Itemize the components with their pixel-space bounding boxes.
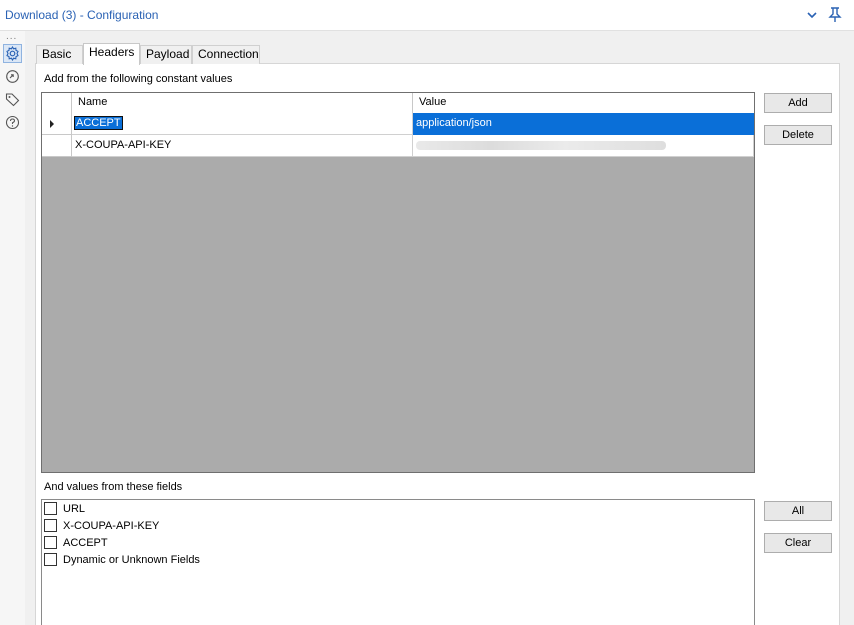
field-checkbox-accept[interactable] — [44, 536, 57, 549]
cell-value[interactable] — [413, 135, 754, 157]
tab-headers[interactable]: Headers — [83, 43, 140, 65]
delete-button[interactable]: Delete — [764, 125, 832, 145]
headers-grid[interactable]: Name Value ACCEPT application/json X-COU… — [41, 92, 755, 473]
column-header-name[interactable]: Name — [72, 93, 413, 113]
clear-button[interactable]: Clear — [764, 533, 832, 553]
pin-icon[interactable] — [828, 7, 842, 23]
redacted-value — [416, 141, 666, 150]
tab-payload[interactable]: Payload — [140, 45, 192, 64]
cell-name[interactable]: ACCEPT — [72, 113, 413, 135]
column-header-value[interactable]: Value — [413, 93, 754, 113]
add-button[interactable]: Add — [764, 93, 832, 113]
grid-header-row: Name Value — [42, 93, 754, 113]
cell-value[interactable]: application/json — [413, 113, 754, 135]
rail-dots: ... — [6, 31, 18, 42]
row-selector[interactable] — [42, 135, 72, 157]
list-item[interactable]: X-COUPA-API-KEY — [44, 517, 159, 534]
list-item[interactable]: URL — [44, 500, 85, 517]
help-icon[interactable] — [3, 113, 22, 132]
row-selector[interactable] — [42, 113, 72, 135]
list-item[interactable]: ACCEPT — [44, 534, 108, 551]
list-item[interactable]: Dynamic or Unknown Fields — [44, 551, 200, 568]
field-checkbox-x-coupa-api-key[interactable] — [44, 519, 57, 532]
cell-name-text[interactable]: ACCEPT — [74, 116, 123, 130]
gear-icon[interactable] — [3, 44, 22, 63]
field-checkbox-dynamic[interactable] — [44, 553, 57, 566]
tag-icon[interactable] — [3, 90, 22, 109]
tab-connection[interactable]: Connection — [192, 45, 260, 64]
chevron-down-icon[interactable] — [806, 9, 818, 21]
constants-section-label: Add from the following constant values — [44, 73, 233, 85]
tab-basic[interactable]: Basic — [36, 45, 83, 64]
left-rail: ... — [0, 31, 25, 625]
window-title: Download (3) - Configuration — [5, 8, 159, 22]
row-pointer-icon — [50, 120, 54, 128]
cell-name[interactable]: X-COUPA-API-KEY — [72, 135, 413, 157]
fields-section-label: And values from these fields — [44, 481, 183, 493]
all-button[interactable]: All — [764, 501, 832, 521]
title-bar: Download (3) - Configuration — [0, 0, 854, 31]
field-checkbox-url[interactable] — [44, 502, 57, 515]
fields-list: URL X-COUPA-API-KEY ACCEPT Dynamic or Un… — [41, 499, 755, 625]
grid-corner — [42, 93, 72, 113]
refresh-arrow-icon[interactable] — [3, 67, 22, 86]
